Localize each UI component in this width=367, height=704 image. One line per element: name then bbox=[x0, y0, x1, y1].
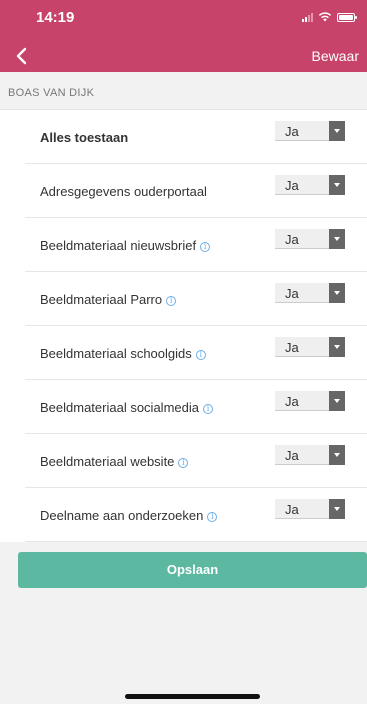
label-text: Adresgegevens ouderportaal bbox=[40, 184, 207, 199]
section-title: BOAS VAN DIJK bbox=[8, 87, 95, 99]
info-icon[interactable]: i bbox=[166, 296, 177, 306]
row-label: Beeldmateriaal socialmedia i bbox=[40, 400, 213, 415]
permission-select[interactable]: Ja bbox=[275, 445, 345, 465]
select-value: Ja bbox=[275, 391, 329, 411]
status-icons bbox=[302, 12, 357, 22]
row-label: Adresgegevens ouderportaal bbox=[40, 184, 207, 199]
signal-icon bbox=[302, 12, 313, 22]
list-item: Beeldmateriaal schoolgids i Ja bbox=[25, 326, 367, 380]
select-value: Ja bbox=[275, 499, 329, 519]
permission-select[interactable]: Ja bbox=[275, 229, 345, 249]
row-label: Beeldmateriaal website i bbox=[40, 454, 189, 469]
info-icon[interactable]: i bbox=[195, 350, 206, 360]
permission-select[interactable]: Ja bbox=[275, 121, 345, 141]
permission-select[interactable]: Ja bbox=[275, 337, 345, 357]
list-item: Beeldmateriaal nieuwsbrief i Ja bbox=[25, 218, 367, 272]
triangle-down-icon bbox=[329, 121, 345, 141]
triangle-down-icon bbox=[329, 229, 345, 249]
list-item: Beeldmateriaal Parro i Ja bbox=[25, 272, 367, 326]
home-indicator[interactable] bbox=[125, 694, 260, 699]
select-value: Ja bbox=[275, 337, 329, 357]
list-item: Deelname aan onderzoeken i Ja bbox=[25, 488, 367, 542]
back-button[interactable] bbox=[10, 44, 34, 68]
triangle-down-icon bbox=[329, 337, 345, 357]
permission-select[interactable]: Ja bbox=[275, 283, 345, 303]
status-time: 14:19 bbox=[36, 9, 75, 26]
label-text: Beeldmateriaal Parro bbox=[40, 292, 163, 307]
select-value: Ja bbox=[275, 175, 329, 195]
label-text: Beeldmateriaal nieuwsbrief bbox=[40, 238, 197, 253]
wifi-icon bbox=[318, 12, 332, 22]
list-item: Adresgegevens ouderportaal Ja bbox=[25, 164, 367, 218]
section-header: BOAS VAN DIJK bbox=[0, 72, 367, 110]
triangle-down-icon bbox=[329, 175, 345, 195]
select-value: Ja bbox=[275, 283, 329, 303]
triangle-down-icon bbox=[329, 499, 345, 519]
row-label: Deelname aan onderzoeken i bbox=[40, 508, 218, 523]
label-text: Deelname aan onderzoeken bbox=[40, 508, 204, 523]
permission-select[interactable]: Ja bbox=[275, 499, 345, 519]
list-item: Beeldmateriaal socialmedia i Ja bbox=[25, 380, 367, 434]
info-icon[interactable]: i bbox=[178, 458, 189, 468]
label-text: Alles toestaan bbox=[40, 130, 129, 145]
list-item: Beeldmateriaal website i Ja bbox=[25, 434, 367, 488]
row-label: Beeldmateriaal Parro i bbox=[40, 292, 177, 307]
row-label: Alles toestaan bbox=[40, 130, 128, 145]
triangle-down-icon bbox=[329, 283, 345, 303]
select-value: Ja bbox=[275, 229, 329, 249]
permission-select[interactable]: Ja bbox=[275, 391, 345, 411]
info-icon[interactable]: i bbox=[207, 512, 218, 522]
chevron-left-icon bbox=[16, 47, 27, 65]
select-value: Ja bbox=[275, 445, 329, 465]
opslaan-button[interactable]: Opslaan bbox=[18, 552, 367, 588]
label-text: Beeldmateriaal website bbox=[40, 454, 175, 469]
permissions-list: Alles toestaan Ja Adresgegevens ouderpor… bbox=[0, 110, 367, 542]
info-icon[interactable]: i bbox=[200, 242, 211, 252]
battery-icon bbox=[337, 12, 357, 22]
top-bar: 14:19 Bewaar bbox=[0, 0, 367, 72]
label-text: Beeldmateriaal socialmedia bbox=[40, 400, 199, 415]
info-icon[interactable]: i bbox=[202, 404, 213, 414]
triangle-down-icon bbox=[329, 391, 345, 411]
triangle-down-icon bbox=[329, 445, 345, 465]
footer-area bbox=[0, 612, 367, 704]
row-label: Beeldmateriaal nieuwsbrief i bbox=[40, 238, 211, 253]
permission-select[interactable]: Ja bbox=[275, 175, 345, 195]
label-text: Beeldmateriaal schoolgids bbox=[40, 346, 192, 361]
list-item: Alles toestaan Ja bbox=[25, 110, 367, 164]
save-link[interactable]: Bewaar bbox=[312, 48, 359, 64]
row-label: Beeldmateriaal schoolgids i bbox=[40, 346, 206, 361]
select-value: Ja bbox=[275, 121, 329, 141]
